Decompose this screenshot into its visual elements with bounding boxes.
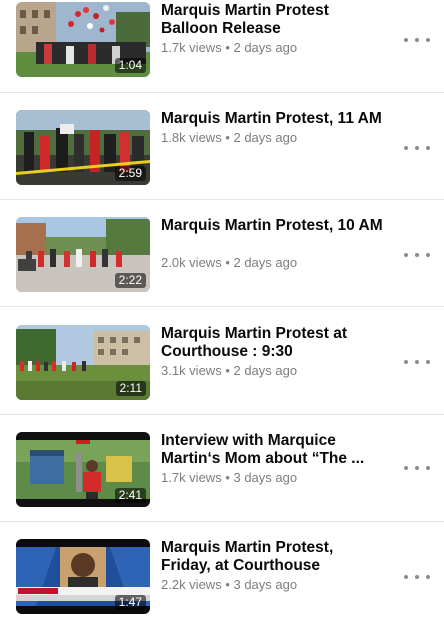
more-dot-icon [415, 146, 419, 150]
more-dot-icon [415, 38, 419, 42]
video-row[interactable]: 1:47 Marquis Martin Protest, Friday, at … [0, 537, 444, 644]
meta-separator: • [221, 40, 234, 55]
view-count: 1.7k views [161, 40, 222, 55]
more-options-button[interactable] [404, 458, 430, 478]
video-meta: 2.2k views • 3 days ago [161, 577, 297, 592]
more-options-button[interactable] [404, 352, 430, 372]
video-thumbnail[interactable]: 2:22 [16, 217, 150, 292]
more-dot-icon [426, 360, 430, 364]
view-count: 1.7k views [161, 470, 222, 485]
upload-age: 2 days ago [233, 40, 298, 55]
video-title[interactable]: Marquis Martin Protest Balloon Release [161, 2, 386, 38]
more-dot-icon [415, 466, 419, 470]
video-thumbnail[interactable]: 2:41 [16, 432, 150, 507]
more-dot-icon [415, 253, 419, 257]
upload-age: 3 days ago [233, 577, 298, 592]
video-title[interactable]: Marquis Martin Protest, 11 AM [161, 110, 386, 128]
more-dot-icon [404, 253, 408, 257]
video-meta: 1.8k views • 2 days ago [161, 130, 297, 145]
more-dot-icon [415, 575, 419, 579]
more-dot-icon [404, 38, 408, 42]
video-thumbnail[interactable]: 2:11 [16, 325, 150, 400]
duration-badge: 2:59 [114, 166, 146, 181]
video-thumbnail[interactable]: 1:04 [16, 2, 150, 77]
video-title[interactable]: Marquis Martin Protest at Courthouse : 9… [161, 325, 386, 361]
view-count: 1.8k views [161, 130, 222, 145]
more-options-button[interactable] [404, 30, 430, 50]
upload-age: 3 days ago [233, 470, 298, 485]
more-dot-icon [426, 146, 430, 150]
upload-age: 2 days ago [233, 130, 298, 145]
more-dot-icon [426, 466, 430, 470]
meta-separator: • [221, 130, 234, 145]
video-title[interactable]: Interview with Marquice Martin‘s Mom abo… [161, 432, 386, 468]
view-count: 2.0k views [161, 255, 222, 270]
duration-badge: 2:22 [114, 273, 146, 288]
video-row[interactable]: 1:04 Marquis Martin Protest Balloon Rele… [0, 0, 444, 107]
video-thumbnail[interactable]: 2:59 [16, 110, 150, 185]
duration-badge: 2:11 [115, 381, 146, 396]
more-options-button[interactable] [404, 567, 430, 587]
video-list: 1:04 Marquis Martin Protest Balloon Rele… [0, 0, 444, 623]
upload-age: 2 days ago [233, 363, 298, 378]
meta-separator: • [221, 255, 234, 270]
more-options-button[interactable] [404, 245, 430, 265]
row-divider [0, 92, 444, 93]
upload-age: 2 days ago [233, 255, 298, 270]
more-dot-icon [404, 146, 408, 150]
video-title[interactable]: Marquis Martin Protest, 10 AM [161, 217, 386, 235]
row-divider [0, 521, 444, 522]
meta-separator: • [221, 363, 234, 378]
video-meta: 1.7k views • 3 days ago [161, 470, 297, 485]
video-meta: 3.1k views • 2 days ago [161, 363, 297, 378]
meta-separator: • [221, 577, 234, 592]
video-meta: 2.0k views • 2 days ago [161, 255, 297, 270]
duration-badge: 1:04 [114, 58, 146, 73]
video-thumbnail[interactable]: 1:47 [16, 539, 150, 614]
meta-separator: • [221, 470, 234, 485]
more-dot-icon [404, 575, 408, 579]
video-meta: 1.7k views • 2 days ago [161, 40, 297, 55]
row-divider [0, 306, 444, 307]
row-divider [0, 414, 444, 415]
video-title[interactable]: Marquis Martin Protest, Friday, at Court… [161, 539, 386, 575]
more-dot-icon [415, 360, 419, 364]
more-dot-icon [426, 575, 430, 579]
row-divider [0, 199, 444, 200]
more-dot-icon [426, 38, 430, 42]
view-count: 3.1k views [161, 363, 222, 378]
more-options-button[interactable] [404, 138, 430, 158]
duration-badge: 2:41 [114, 488, 146, 503]
more-dot-icon [404, 360, 408, 364]
view-count: 2.2k views [161, 577, 222, 592]
duration-badge: 1:47 [114, 595, 146, 610]
more-dot-icon [404, 466, 408, 470]
more-dot-icon [426, 253, 430, 257]
